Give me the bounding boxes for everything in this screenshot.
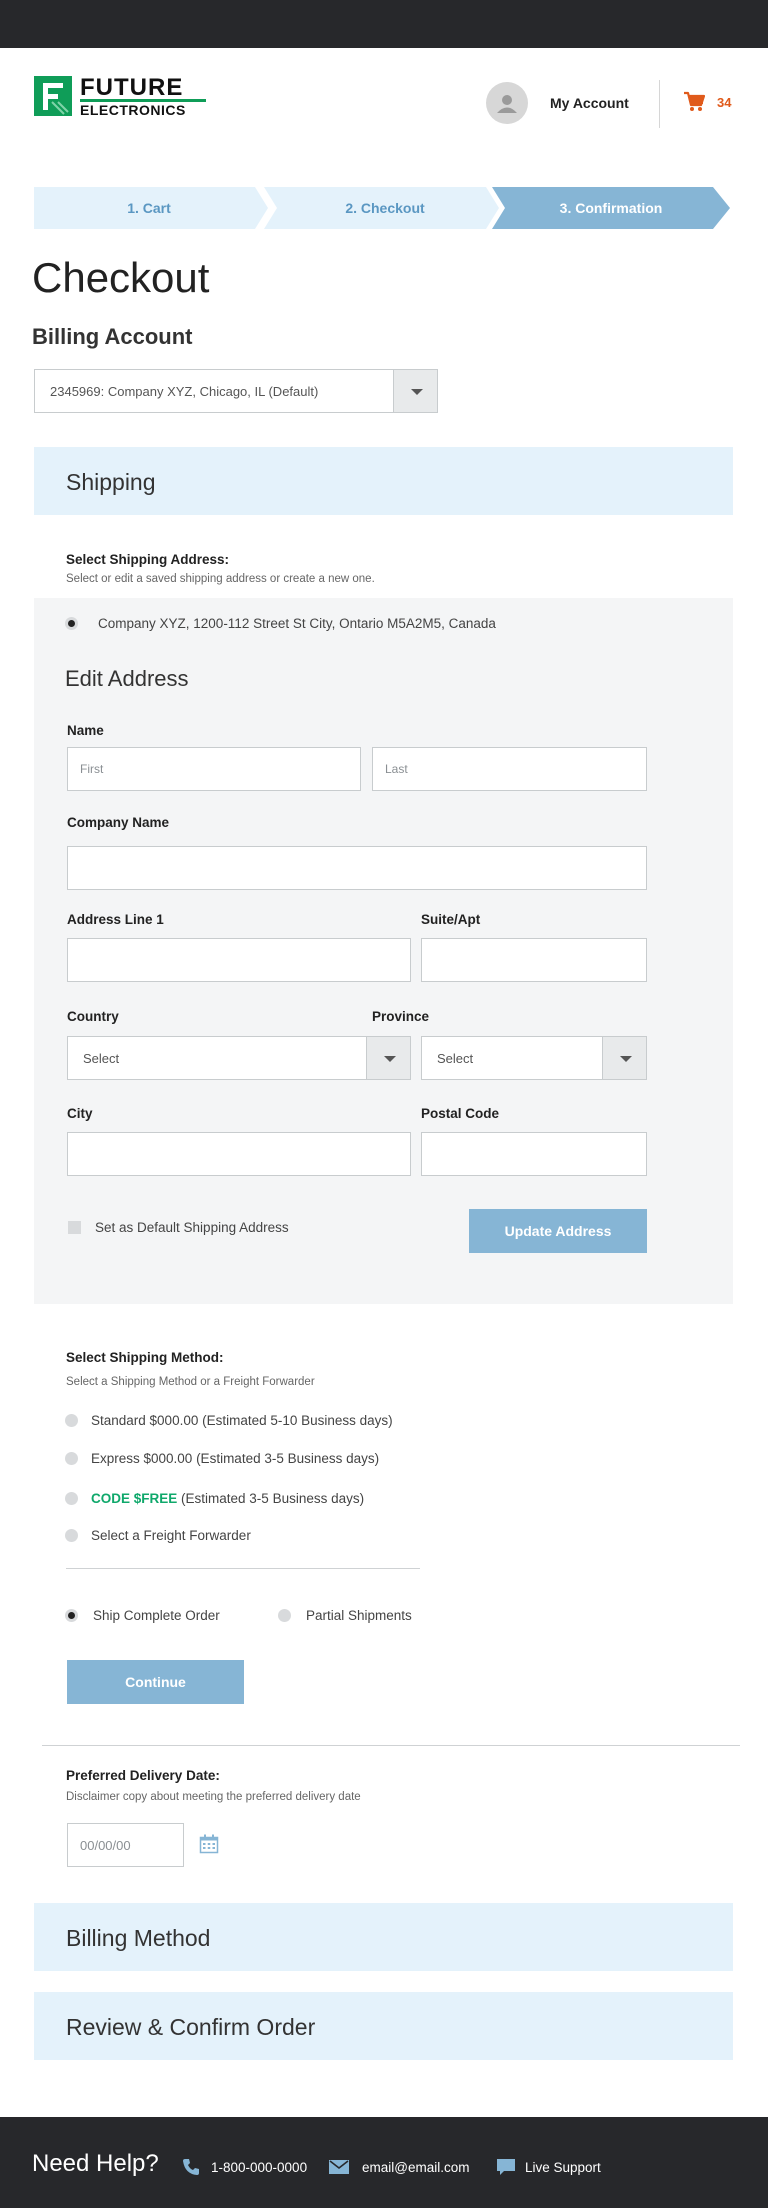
default-address-checkbox[interactable]: [68, 1221, 81, 1234]
top-bar: [0, 0, 768, 48]
phone-number[interactable]: 1-800-000-0000: [211, 2160, 307, 2175]
free-method-text: (Estimated 3-5 Business days): [177, 1491, 365, 1506]
method-standard-radio[interactable]: [65, 1414, 78, 1427]
province-select[interactable]: Select: [421, 1036, 647, 1080]
postal-code-input[interactable]: [421, 1132, 647, 1176]
saved-address-radio[interactable]: [65, 617, 78, 630]
method-freight-label[interactable]: Select a Freight Forwarder: [91, 1528, 251, 1543]
my-account-link[interactable]: My Account: [550, 95, 629, 111]
default-address-label[interactable]: Set as Default Shipping Address: [95, 1220, 289, 1235]
delivery-date-input[interactable]: [67, 1823, 184, 1867]
shipping-title: Shipping: [66, 469, 156, 495]
section-divider: [42, 1745, 740, 1746]
company-name-input[interactable]: [67, 846, 647, 890]
delivery-date-sub: Disclaimer copy about meeting the prefer…: [66, 1791, 361, 1803]
suite-label: Suite/Apt: [421, 912, 481, 927]
logo-text-future: FUTURE: [80, 74, 184, 101]
header-divider: [659, 80, 660, 128]
billing-method-panel[interactable]: Billing Method: [34, 1903, 733, 1971]
need-help-title: Need Help?: [32, 2150, 159, 2177]
cart-count[interactable]: 34: [717, 95, 731, 110]
method-free-radio[interactable]: [65, 1492, 78, 1505]
edit-address-heading: Edit Address: [65, 666, 189, 691]
billing-method-title: Billing Method: [66, 1925, 211, 1951]
method-standard-label[interactable]: Standard $000.00 (Estimated 5-10 Busines…: [91, 1413, 393, 1428]
chevron-down-icon[interactable]: [602, 1037, 646, 1079]
company-logo[interactable]: FUTURE ELECTRONICS: [34, 74, 206, 118]
select-address-label: Select Shipping Address:: [66, 552, 230, 567]
email-address[interactable]: email@email.com: [362, 2160, 469, 2175]
shipping-panel-header[interactable]: Shipping: [34, 447, 733, 515]
footer: Need Help? 1-800-000-0000 email@email.co…: [0, 2117, 768, 2208]
ship-complete-label[interactable]: Ship Complete Order: [93, 1608, 220, 1623]
method-express-radio[interactable]: [65, 1452, 78, 1465]
billing-account-heading: Billing Account: [32, 324, 193, 349]
shipping-method-label: Select Shipping Method:: [66, 1350, 224, 1365]
billing-account-select[interactable]: 2345969: Company XYZ, Chicago, IL (Defau…: [34, 369, 438, 413]
partial-shipments-label[interactable]: Partial Shipments: [306, 1608, 412, 1623]
review-order-title: Review & Confirm Order: [66, 2014, 316, 2040]
city-input[interactable]: [67, 1132, 411, 1176]
select-address-sub: Select or edit a saved shipping address …: [66, 573, 375, 585]
city-label: City: [67, 1106, 93, 1121]
phone-icon: [183, 2159, 199, 2175]
logo-text-electronics: ELECTRONICS: [80, 102, 186, 118]
country-select[interactable]: Select: [67, 1036, 411, 1080]
first-name-input[interactable]: [67, 747, 361, 791]
delivery-date-label: Preferred Delivery Date:: [66, 1768, 220, 1783]
step-checkout[interactable]: 2. Checkout: [270, 200, 500, 216]
billing-account-value: 2345969: Company XYZ, Chicago, IL (Defau…: [50, 384, 319, 399]
name-label: Name: [67, 723, 104, 738]
method-divider: [66, 1568, 420, 1569]
avatar[interactable]: [486, 82, 528, 124]
free-code-text: CODE $FREE: [91, 1491, 178, 1506]
method-freight-radio[interactable]: [65, 1529, 78, 1542]
suite-input[interactable]: [421, 938, 647, 982]
page-title: Checkout: [32, 254, 210, 301]
province-label: Province: [372, 1009, 430, 1024]
province-value: Select: [437, 1051, 474, 1066]
cart-icon[interactable]: [683, 91, 705, 113]
logo-mark-icon: [34, 76, 72, 116]
chat-icon: [497, 2159, 515, 2175]
live-support-link[interactable]: Live Support: [525, 2160, 601, 2175]
review-order-panel[interactable]: Review & Confirm Order: [34, 1992, 733, 2060]
step-confirmation[interactable]: 3. Confirmation: [500, 200, 722, 216]
address-line1-label: Address Line 1: [67, 912, 164, 927]
ship-complete-radio[interactable]: [65, 1609, 78, 1622]
continue-button[interactable]: Continue: [67, 1660, 244, 1704]
email-icon: [329, 2160, 349, 2174]
calendar-icon[interactable]: [199, 1834, 219, 1854]
address-line1-input[interactable]: [67, 938, 411, 982]
user-icon: [497, 95, 517, 113]
shipping-method-sub: Select a Shipping Method or a Freight Fo…: [66, 1376, 315, 1388]
company-name-label: Company Name: [67, 815, 170, 830]
country-label: Country: [67, 1009, 119, 1024]
partial-shipments-radio[interactable]: [278, 1609, 291, 1622]
method-express-label[interactable]: Express $000.00 (Estimated 3-5 Business …: [91, 1451, 379, 1466]
method-free-label[interactable]: CODE $FREE (Estimated 3-5 Business days): [91, 1491, 364, 1506]
step-cart[interactable]: 1. Cart: [34, 200, 264, 216]
country-value: Select: [83, 1051, 120, 1066]
update-address-button[interactable]: Update Address: [469, 1209, 647, 1253]
last-name-input[interactable]: [372, 747, 647, 791]
chevron-down-icon[interactable]: [366, 1037, 410, 1079]
saved-address-text[interactable]: Company XYZ, 1200-112 Street St City, On…: [98, 616, 496, 631]
chevron-down-icon[interactable]: [393, 370, 437, 412]
postal-code-label: Postal Code: [421, 1106, 500, 1121]
checkout-steps: 1. Cart 2. Checkout 3. Confirmation: [34, 187, 730, 229]
